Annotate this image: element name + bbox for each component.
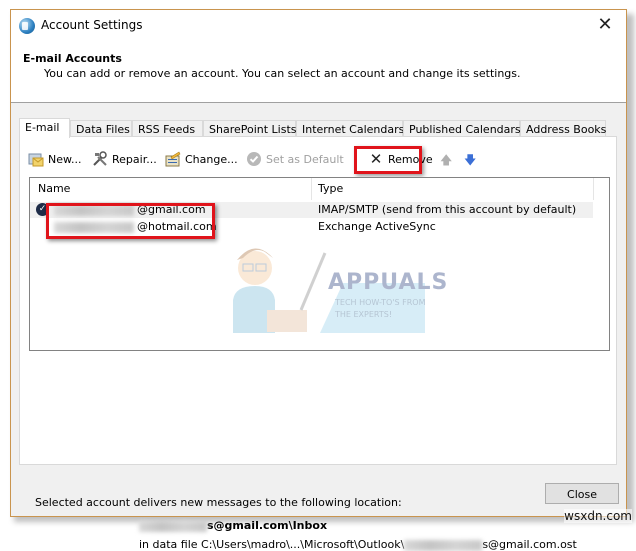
repair-account-label: Repair... [112, 153, 157, 166]
column-header-type[interactable]: Type [318, 178, 343, 200]
account-type: Exchange ActiveSync [318, 220, 436, 233]
email-tab-panel: New... Repair... Change... Set as Defaul… [19, 136, 617, 551]
section-description: You can add or remove an account. You ca… [44, 67, 521, 80]
delivery-description: Selected account delivers new messages t… [35, 496, 402, 509]
change-account-button[interactable]: Change... [165, 149, 238, 171]
close-window-button[interactable]: ✕ [594, 14, 616, 36]
data-file-path-prefix: in data file C:\Users\madro\...\Microsof… [139, 538, 405, 551]
new-envelope-icon [28, 151, 44, 167]
repair-account-button[interactable]: Repair... [92, 149, 157, 171]
appuals-watermark: APPUALS TECH HOW-TO'S FROM THE EXPERTS! [225, 238, 447, 338]
close-button[interactable]: Close [545, 483, 619, 504]
title-bar: Account Settings ✕ [11, 10, 626, 42]
arrow-down-icon: 🡇 [464, 153, 477, 167]
watermark-brand: APPUALS [328, 270, 449, 295]
outlook-globe-icon [19, 18, 35, 34]
tab-address-books[interactable]: Address Books [520, 120, 606, 137]
set-as-default-button[interactable]: Set as Default [246, 149, 344, 171]
watermark-tagline-1: TECH HOW-TO'S FROM [335, 298, 426, 307]
change-settings-icon [165, 151, 181, 167]
tab-rss-feeds[interactable]: RSS Feeds [132, 120, 203, 137]
dialog-header: E-mail Accounts You can add or remove an… [11, 42, 626, 103]
set-as-default-label: Set as Default [266, 153, 344, 166]
tab-email[interactable]: E-mail [19, 118, 70, 138]
accounts-list: Name Type ✓ @gmail.com IMAP/SMTP (send f… [29, 177, 610, 351]
delivery-location: s@gmail.com\Inbox [139, 519, 327, 532]
tab-data-files[interactable]: Data Files [70, 120, 132, 137]
move-down-button[interactable]: 🡇 [464, 149, 476, 171]
repair-tools-icon [92, 151, 108, 167]
tab-published-calendars[interactable]: Published Calendars [403, 120, 521, 137]
change-account-label: Change... [185, 153, 238, 166]
data-file-path-suffix: s@gmail.com.ost [482, 538, 577, 551]
arrow-up-icon: 🡅 [440, 153, 453, 167]
column-divider [311, 178, 312, 200]
checkmark-circle-icon [246, 151, 262, 167]
new-account-label: New... [48, 153, 82, 166]
column-divider-end [593, 178, 594, 200]
new-account-button[interactable]: New... [28, 149, 81, 171]
email-highlight-box [46, 203, 215, 239]
window-title: Account Settings [41, 18, 143, 32]
account-settings-dialog: Account Settings ✕ E-mail Accounts You c… [10, 9, 627, 551]
delivery-location-text: s@gmail.com\Inbox [207, 519, 328, 532]
site-watermark: wsxdn.com [564, 509, 632, 523]
account-type: IMAP/SMTP (send from this account by def… [318, 203, 577, 216]
tab-sharepoint-lists[interactable]: SharePoint Lists [203, 120, 297, 137]
remove-highlight-box [354, 146, 422, 174]
column-header-name[interactable]: Name [38, 178, 70, 200]
tab-internet-calendars[interactable]: Internet Calendars [296, 120, 404, 137]
move-up-button[interactable]: 🡅 [440, 149, 452, 171]
redacted-location-user [139, 520, 207, 532]
redacted-file-user [404, 539, 483, 551]
watermark-tagline-2: THE EXPERTS! [335, 310, 393, 319]
section-heading: E-mail Accounts [23, 52, 122, 65]
delivery-data-file: in data file C:\Users\madro\...\Microsof… [139, 538, 577, 551]
